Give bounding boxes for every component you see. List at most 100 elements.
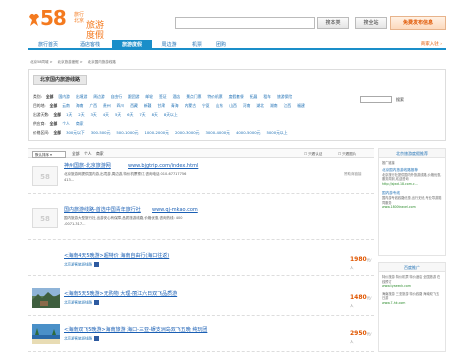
filter-option[interactable]: 云南 (62, 103, 70, 108)
tab-flights[interactable]: 机票 (186, 40, 208, 50)
filter-option[interactable]: 6天 (127, 112, 133, 117)
search-category-button[interactable]: 搜本类 (317, 17, 349, 29)
filter-option[interactable]: 7天 (139, 112, 145, 117)
filter-option[interactable]: 1天 (66, 112, 72, 117)
filter-option[interactable]: 租车 (263, 94, 271, 99)
tab-travel-home[interactable]: 旅行首页 (28, 40, 68, 50)
filter-option[interactable]: 5天 (115, 112, 121, 117)
filter-option[interactable]: 拓展 (250, 94, 258, 99)
filter-all-link[interactable]: 全部 (72, 149, 80, 159)
filter-option[interactable]: 甘肃 (157, 103, 165, 108)
filter-option[interactable]: 内蒙古 (185, 103, 196, 108)
filter-option[interactable]: 度假套餐 (229, 94, 244, 99)
filter-option[interactable]: 自由行 (111, 94, 122, 99)
filter-option[interactable]: 四川 (117, 103, 125, 108)
listing-title[interactable]: <海南5天5晚游>无购物 大理-丽江六日双飞品质游 (64, 291, 177, 298)
filter-option[interactable]: 新疆 (144, 103, 152, 108)
filter-option[interactable]: 4天 (103, 112, 109, 117)
filter-option[interactable]: 签证 (159, 94, 167, 99)
filter-option-selected[interactable]: 全部 (46, 94, 54, 99)
sidebar-ad-url[interactable]: www.1800travel.com (379, 205, 445, 213)
keyword-input[interactable] (360, 96, 392, 103)
listing-desc: 北京旅游网提供国内游,出境游,周边游,特价机票预订,咨询电话 010-67717… (64, 172, 187, 176)
sidebar-heading[interactable]: 北京旅游度假推荐 (379, 149, 445, 158)
sort-bar: 默认排序 ▾ 全部 个人 商家 ☐ 只看认证 ☐ 只看图片 (28, 148, 374, 158)
filter-option[interactable]: 贵州 (103, 103, 111, 108)
filter-search-button[interactable]: 搜索 (396, 96, 404, 103)
filter-option[interactable]: 国内游 (58, 94, 69, 99)
filter-option[interactable]: 3天 (91, 112, 97, 117)
filter-option[interactable]: 5000元以上 (266, 130, 287, 135)
breadcrumb-item[interactable]: 北京58同城 > (30, 60, 53, 64)
filter-option[interactable]: 1000-2000元 (144, 130, 169, 135)
listing-sub-text[interactable]: 北京游客旅游线路 (64, 263, 92, 267)
filter-option[interactable]: 山东 (216, 103, 224, 108)
listing-desc-more: -0071-317... (64, 222, 86, 226)
listing-photo[interactable] (32, 324, 60, 344)
listing-url[interactable]: www.bjgtrip.com/index.html (128, 163, 198, 170)
search-input[interactable] (175, 17, 315, 29)
sidebar-ad-title[interactable]: 国内游专线 (379, 189, 445, 196)
filter-option[interactable]: 3000-4000元 (205, 130, 230, 135)
listing-title[interactable]: <海南4天5晚游>超特价 海南自由行(海口往返) (64, 253, 169, 260)
listing-url[interactable]: www.qj-mkao.com (152, 207, 198, 214)
filter-option[interactable]: 酒店 (173, 94, 181, 99)
filter-option[interactable]: 特价机票 (207, 94, 222, 99)
filter-option[interactable]: 个人 (62, 121, 70, 126)
filter-option[interactable]: 8天以上 (164, 112, 178, 117)
search-site-button[interactable]: 搜全站 (355, 17, 387, 29)
filter-option[interactable]: 4000-5000元 (236, 130, 261, 135)
sidebar-ad-url[interactable]: www.7-hk.com (379, 301, 445, 309)
filter-option[interactable]: 西藏 (130, 103, 138, 108)
filter-option[interactable]: 湖南 (270, 103, 278, 108)
listing-title[interactable]: <海南双飞5晚游>海南旅游 海口-三亚-蜈支洲岛双飞五晚 纯玩团 (64, 327, 207, 334)
filter-option-selected[interactable]: 全部 (53, 112, 61, 117)
tab-nearby[interactable]: 周边游 (154, 40, 184, 50)
filter-personal-link[interactable]: 个人 (84, 149, 92, 159)
filter-option[interactable]: 海南 (76, 103, 84, 108)
filter-option[interactable]: 广西 (89, 103, 97, 108)
filter-option[interactable]: 景点门票 (186, 94, 201, 99)
only-photo-checkbox[interactable]: ☐ 只看图片 (338, 149, 356, 159)
filter-option[interactable]: 500-1000元 (116, 130, 138, 135)
post-free-button[interactable]: 免费发布信息 (390, 16, 446, 30)
listing-title[interactable]: 国内旅游线路-首选中国青年旅行社 (64, 207, 141, 214)
listing-title[interactable]: 神州国旅-北京旅游网 (64, 163, 111, 170)
filter-option[interactable]: 福建 (297, 103, 305, 108)
filter-option[interactable]: 邮轮 (145, 94, 153, 99)
filter-option[interactable]: 商家 (76, 121, 84, 126)
merchant-join-link[interactable]: 商家入驻 › (421, 40, 442, 50)
filter-option-selected[interactable]: 全部 (50, 121, 58, 126)
filter-option[interactable]: 出境游 (76, 94, 87, 99)
filter-option[interactable]: 300-500元 (91, 130, 111, 135)
filter-option[interactable]: 跟团游 (128, 94, 139, 99)
tab-hotels[interactable]: 酒店客栈 (70, 40, 110, 50)
filter-option[interactable]: 宁夏 (202, 103, 210, 108)
filter-option[interactable]: 青海 (171, 103, 179, 108)
filter-option[interactable]: 旅游保险 (277, 94, 292, 99)
filter-option-selected[interactable]: 全部 (50, 103, 58, 108)
filter-option-selected[interactable]: 全部 (53, 130, 61, 135)
listing-sub-text[interactable]: 北京游客旅游线路 (64, 301, 92, 305)
filter-option[interactable]: 2天 (78, 112, 84, 117)
listing-sub-text[interactable]: 北京游客旅游线路 (64, 337, 92, 341)
filter-option[interactable]: 湖北 (256, 103, 264, 108)
tab-groupbuy[interactable]: 团购 (210, 40, 232, 50)
only-verified-checkbox[interactable]: ☐ 只看认证 (304, 149, 322, 159)
filter-option[interactable]: 8天 (152, 112, 158, 117)
filter-option[interactable]: 周边游 (93, 94, 104, 99)
listing-photo[interactable] (32, 288, 60, 308)
filter-option[interactable]: 2000-3000元 (175, 130, 200, 135)
sidebar-ad-url[interactable]: http://sjwd.18.com.c... (379, 182, 445, 190)
breadcrumb-item[interactable]: 北京旅游度假 > (58, 60, 83, 64)
filter-merchant-link[interactable]: 商家 (96, 149, 104, 159)
sidebar-ad-title[interactable]: 北京国内旅游线路推荐 (379, 166, 445, 173)
filter-option[interactable]: 山西 (229, 103, 237, 108)
tab-vacation[interactable]: 旅游度假 (112, 40, 152, 50)
filter-option[interactable]: 江西 (284, 103, 292, 108)
filter-option[interactable]: 河南 (243, 103, 251, 108)
sort-select[interactable]: 默认排序 ▾ (32, 150, 66, 158)
site-logo[interactable]: 58 旅行 北京 旅游度假 (28, 7, 112, 41)
filter-option[interactable]: 300元以下 (66, 130, 85, 135)
sidebar-ad-url[interactable]: www.tyaeeck.com (379, 284, 445, 292)
